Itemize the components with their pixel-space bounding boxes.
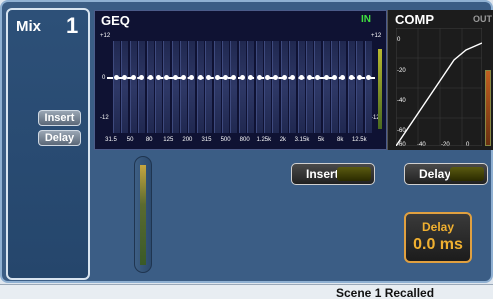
comp-panel[interactable]: COMP OUT 0 -20 -40 -60 -60 -40 -20 0 xyxy=(387,10,493,150)
geq-frequency-label: 8k xyxy=(337,137,344,143)
geq-panel[interactable]: GEQ IN +12 +12 0 -12 -12 31.5 50 80 125 200 3… xyxy=(94,10,387,150)
geq-frequency-label: 5k xyxy=(317,137,325,143)
geq-band-fader[interactable] xyxy=(230,41,238,133)
geq-band-point xyxy=(239,75,245,80)
delay-button-label: Delay xyxy=(419,167,452,181)
geq-band-point xyxy=(130,75,136,80)
insert-small-button[interactable]: Insert xyxy=(38,110,81,126)
geq-band-fader[interactable] xyxy=(331,41,339,133)
geq-band-point xyxy=(155,75,161,80)
geq-band-fader[interactable] xyxy=(154,41,162,133)
channel-strip-left: Mix 1 Insert Delay xyxy=(6,8,90,280)
mixer-app: Mix 1 Insert Delay GEQ IN +12 +12 0 -12 … xyxy=(0,0,493,299)
geq-band-point xyxy=(264,75,270,80)
geq-scale-zero: 0 xyxy=(102,75,106,81)
comp-title: COMP xyxy=(395,12,434,27)
geq-band-fader[interactable] xyxy=(322,41,330,133)
comp-transfer-curve xyxy=(396,28,482,146)
geq-band-fader[interactable] xyxy=(113,41,120,133)
geq-in-indicator[interactable]: IN xyxy=(361,14,371,25)
comp-output-meter xyxy=(485,70,491,146)
geq-frequency-label: 200 xyxy=(182,137,193,143)
geq-band-fader[interactable] xyxy=(364,41,372,133)
geq-band-point xyxy=(223,75,229,80)
geq-band-fader[interactable] xyxy=(347,41,355,133)
geq-frequency-label: 50 xyxy=(126,137,134,143)
insert-indicator xyxy=(337,167,371,181)
geq-frequency-labels: 31.5 50 80 125 200 315 500 800 1.25k 2k 3.15k 5k 8k 1… xyxy=(101,137,371,147)
status-bar: Scene 1 Recalled xyxy=(0,284,493,299)
geq-frequency-label: 3.15k xyxy=(294,137,310,143)
geq-band-fader[interactable] xyxy=(289,41,297,133)
comp-out-label: OUT xyxy=(473,14,492,24)
mix-fader-meter[interactable] xyxy=(134,156,152,273)
geq-band-fader[interactable] xyxy=(213,41,221,133)
geq-band-fader[interactable] xyxy=(238,41,246,133)
geq-band-fader[interactable] xyxy=(263,41,271,133)
insert-button[interactable]: Insert xyxy=(291,163,375,185)
delay-indicator xyxy=(450,167,484,181)
geq-band-fader[interactable] xyxy=(305,41,313,133)
geq-scale-bottom-left: -12 xyxy=(100,115,109,121)
geq-band-fader[interactable] xyxy=(314,41,322,133)
geq-band-point xyxy=(348,75,354,80)
geq-frequency-label: 315 xyxy=(201,137,212,143)
geq-band-fader[interactable] xyxy=(272,41,280,133)
geq-band-fader[interactable] xyxy=(129,41,137,133)
geq-band-fader[interactable] xyxy=(222,41,230,133)
geq-frequency-label: 1.25k xyxy=(256,137,272,143)
geq-title: GEQ xyxy=(101,13,130,28)
geq-band-fader[interactable] xyxy=(163,41,171,133)
geq-band-point xyxy=(281,75,287,80)
channel-number: 1 xyxy=(66,13,79,38)
geq-band-point xyxy=(306,75,312,80)
geq-band-point xyxy=(256,75,262,80)
geq-band-fader[interactable] xyxy=(180,41,188,133)
geq-frequency-label: 12.5k xyxy=(351,137,367,143)
geq-band-point xyxy=(323,75,329,80)
insert-button-label: Insert xyxy=(306,167,339,181)
delay-time-label: Delay xyxy=(421,220,455,234)
geq-frequency-label: 80 xyxy=(145,137,153,143)
delay-small-button[interactable]: Delay xyxy=(38,130,81,146)
geq-band-fader[interactable] xyxy=(247,41,255,133)
geq-frequency-label: 2k xyxy=(279,137,287,143)
geq-band-faders[interactable] xyxy=(113,41,373,133)
geq-band-point xyxy=(172,75,178,80)
delay-button[interactable]: Delay xyxy=(404,163,488,185)
geq-band-point xyxy=(197,75,203,80)
geq-band-fader[interactable] xyxy=(171,41,179,133)
status-message: Scene 1 Recalled xyxy=(336,286,435,299)
geq-frequency-label: 31.5 xyxy=(105,137,117,143)
geq-band-point xyxy=(365,75,371,80)
geq-band-point xyxy=(298,75,304,80)
geq-band-fader[interactable] xyxy=(255,41,263,133)
geq-scale-top-left: +12 xyxy=(100,33,111,39)
delay-time-control[interactable]: Delay 0.0 ms xyxy=(404,212,472,263)
geq-band-fader[interactable] xyxy=(138,41,146,133)
geq-frequency-label: 125 xyxy=(163,137,174,143)
geq-band-point xyxy=(214,75,220,80)
geq-level-meter xyxy=(378,49,382,129)
geq-band-point xyxy=(114,75,119,80)
geq-band-fader[interactable] xyxy=(121,41,129,133)
delay-time-value: 0.0 ms xyxy=(413,236,463,253)
geq-band-fader[interactable] xyxy=(205,41,213,133)
geq-band-fader[interactable] xyxy=(339,41,347,133)
geq-band-fader[interactable] xyxy=(297,41,305,133)
geq-band-fader[interactable] xyxy=(188,41,196,133)
geq-band-fader[interactable] xyxy=(356,41,364,133)
geq-band-fader[interactable] xyxy=(280,41,288,133)
geq-band-fader[interactable] xyxy=(196,41,204,133)
fader-level-fill xyxy=(140,165,146,265)
geq-band-point xyxy=(147,75,153,80)
geq-frequency-label: 500 xyxy=(220,137,231,143)
channel-type-label: Mix xyxy=(16,18,42,35)
geq-frequency-label: 800 xyxy=(239,137,250,143)
geq-band-fader[interactable] xyxy=(146,41,154,133)
geq-scale-top-right: +12 xyxy=(371,33,382,39)
